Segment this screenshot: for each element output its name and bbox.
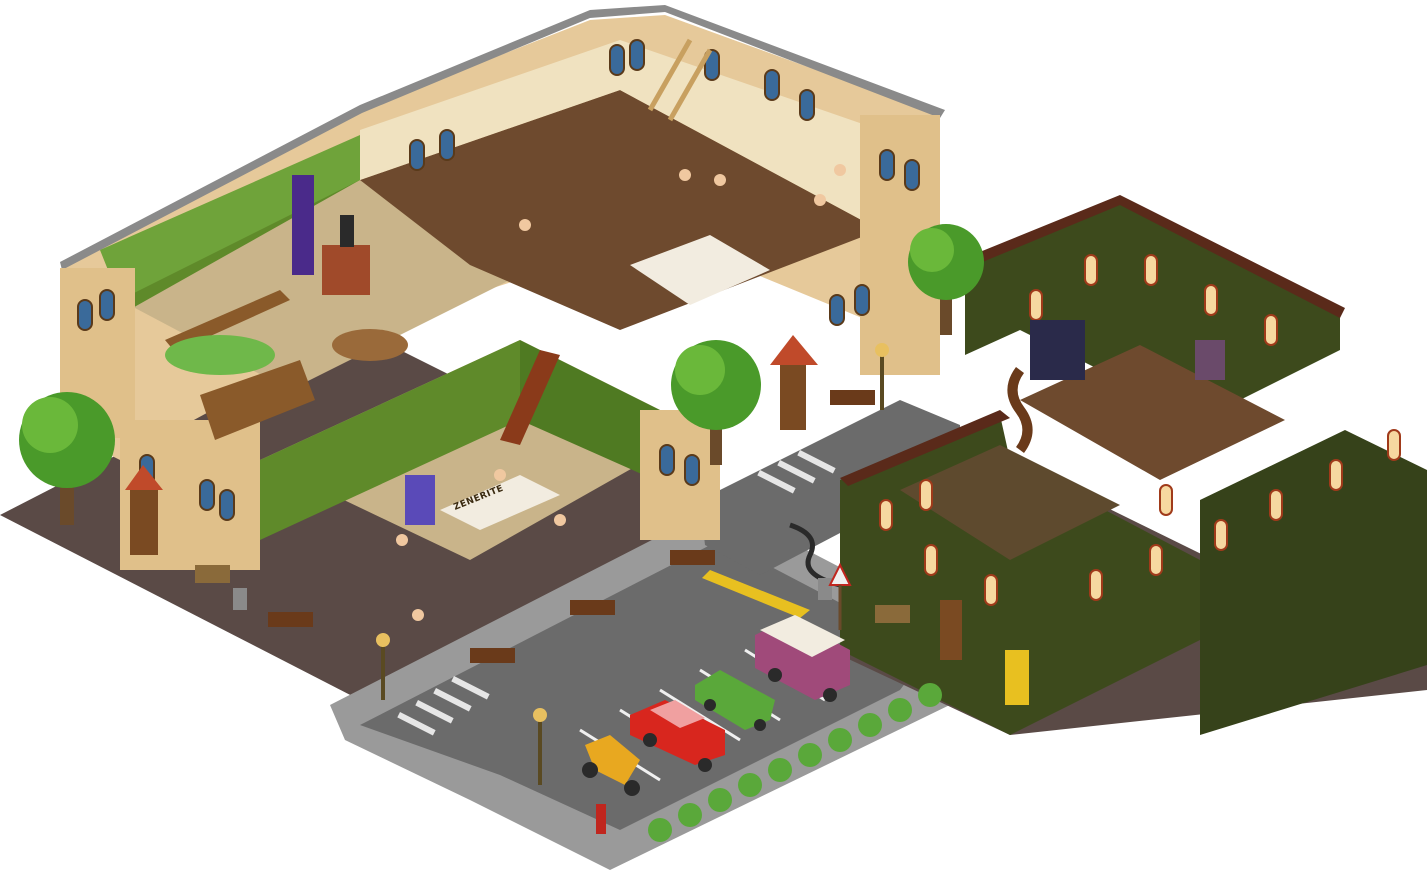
side-door[interactable] <box>780 365 806 430</box>
hall-spiral-stairs[interactable] <box>1007 367 1033 453</box>
avatar[interactable] <box>814 194 826 206</box>
fireplace[interactable] <box>322 245 370 295</box>
purple-curtain <box>292 175 314 275</box>
phone-booth[interactable] <box>405 475 435 525</box>
green-rug[interactable] <box>165 335 275 375</box>
chimney <box>340 215 354 247</box>
flower-planter <box>570 600 615 615</box>
mansion-front-door[interactable] <box>130 490 158 555</box>
hall-door[interactable] <box>940 600 962 660</box>
vending-machine-icon[interactable] <box>1005 650 1029 705</box>
poster-wall <box>1030 320 1085 380</box>
avatar[interactable] <box>714 174 726 186</box>
avatar[interactable] <box>519 219 531 231</box>
flower-planter <box>268 612 313 627</box>
bench-icon[interactable] <box>875 605 910 623</box>
isometric-game-scene: ZENERITE <box>0 0 1427 871</box>
dining-table[interactable] <box>332 329 408 361</box>
side-door-awning <box>770 335 818 365</box>
avatar[interactable] <box>396 534 408 546</box>
trash-can-icon[interactable] <box>818 578 832 600</box>
flower-planter <box>470 648 515 663</box>
avatar[interactable] <box>679 169 691 181</box>
scene-canvas: ZENERITE <box>0 5 1427 870</box>
lamp-post-icon <box>875 343 889 410</box>
flower-planter <box>830 390 875 405</box>
avatar[interactable] <box>834 164 846 176</box>
avatar[interactable] <box>412 609 424 621</box>
right-tower <box>640 410 720 540</box>
avatar[interactable] <box>494 469 506 481</box>
hydrant-icon[interactable] <box>596 804 606 834</box>
hall-armchair[interactable] <box>1195 340 1225 380</box>
avatar[interactable] <box>554 514 566 526</box>
bench-icon[interactable] <box>195 565 230 583</box>
trash-can-icon[interactable] <box>233 588 247 610</box>
flower-planter <box>670 550 715 565</box>
